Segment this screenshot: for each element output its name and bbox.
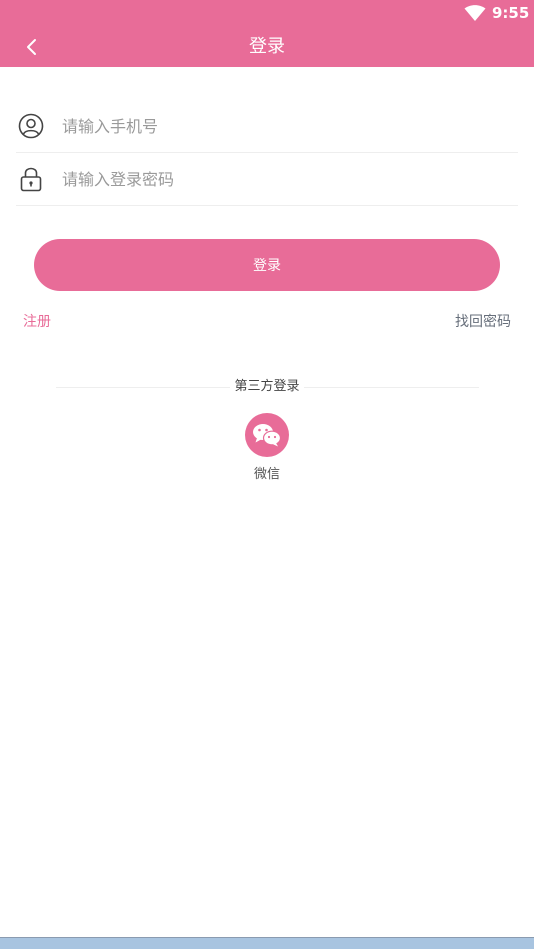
login-form	[16, 100, 518, 206]
third-party-title-text: 第三方登录	[230, 379, 304, 394]
chevron-left-icon	[27, 39, 36, 55]
phone-input[interactable]	[62, 106, 518, 146]
forgot-password-link[interactable]: 找回密码	[455, 313, 511, 331]
wechat-label: 微信	[253, 467, 280, 482]
third-party-title: 第三方登录	[0, 378, 534, 396]
user-circle-icon	[17, 112, 45, 140]
phone-field-row	[16, 100, 518, 153]
wifi-icon	[464, 5, 486, 21]
page-title: 登录	[249, 36, 285, 57]
lock-icon	[17, 165, 45, 193]
login-button[interactable]: 登录	[34, 239, 500, 291]
password-field-row	[16, 153, 518, 206]
wechat-login-button[interactable]	[245, 413, 289, 457]
status-time: 9:55	[492, 4, 530, 22]
back-button[interactable]	[18, 33, 46, 61]
register-link[interactable]: 注册	[23, 313, 51, 331]
status-bar: 9:55	[0, 0, 534, 27]
app-bar: 登录	[0, 27, 534, 67]
bottom-strip	[0, 937, 534, 949]
wechat-icon	[253, 424, 282, 447]
password-input[interactable]	[62, 159, 518, 199]
